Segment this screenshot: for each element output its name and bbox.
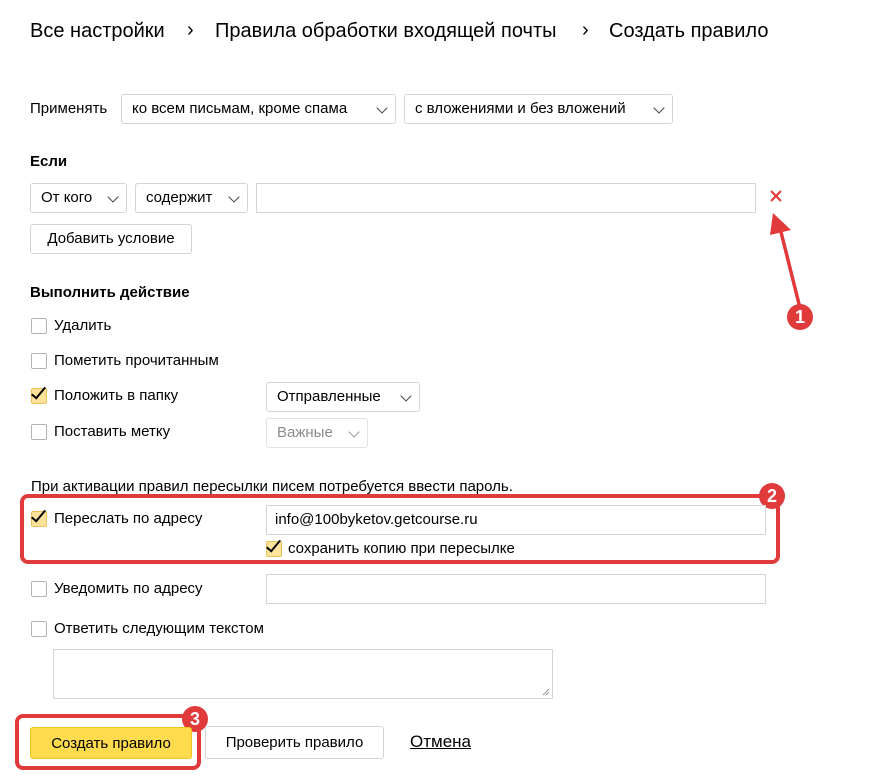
set-label-label: Поставить метку	[54, 423, 171, 440]
chevron-down-icon	[348, 426, 360, 438]
notify-address-input[interactable]	[266, 574, 766, 604]
forward-password-notice: При активации правил пересылки писем пот…	[31, 478, 513, 495]
reply-checkbox[interactable]	[31, 621, 47, 637]
notify-checkbox[interactable]	[31, 581, 47, 597]
reply-label: Ответить следующим текстом	[54, 620, 264, 637]
move-folder-label: Положить в папку	[54, 387, 179, 404]
mark-read-checkbox[interactable]	[31, 353, 47, 369]
reply-textarea[interactable]	[53, 649, 553, 699]
resize-handle-icon[interactable]	[542, 688, 550, 696]
forward-address-input[interactable]: info@100byketov.getcourse.ru	[266, 505, 766, 535]
mark-read-label: Пометить прочитанным	[54, 352, 219, 369]
keep-copy-label: сохранить копию при пересылке	[288, 540, 515, 557]
delete-label: Удалить	[54, 317, 112, 334]
check-rule-button[interactable]: Проверить правило	[205, 726, 384, 759]
keep-copy-checkbox[interactable]	[265, 536, 282, 557]
annotation-badge-1: 1	[787, 304, 813, 330]
label-select[interactable]: Важные	[266, 418, 368, 448]
folder-value: Отправленные	[277, 388, 381, 405]
forward-label: Переслать по адресу	[54, 510, 203, 527]
notify-label: Уведомить по адресу	[54, 580, 203, 597]
label-value: Важные	[277, 424, 333, 441]
chevron-down-icon	[400, 390, 412, 402]
cancel-link[interactable]: Отмена	[410, 732, 471, 752]
folder-select[interactable]: Отправленные	[266, 382, 420, 412]
forward-checkbox[interactable]	[30, 506, 47, 527]
create-rule-button[interactable]: Создать правило	[30, 727, 192, 759]
delete-checkbox[interactable]	[31, 318, 47, 334]
set-label-checkbox[interactable]	[31, 424, 47, 440]
move-folder-checkbox[interactable]	[30, 383, 47, 404]
actions-heading: Выполнить действие	[30, 284, 190, 301]
